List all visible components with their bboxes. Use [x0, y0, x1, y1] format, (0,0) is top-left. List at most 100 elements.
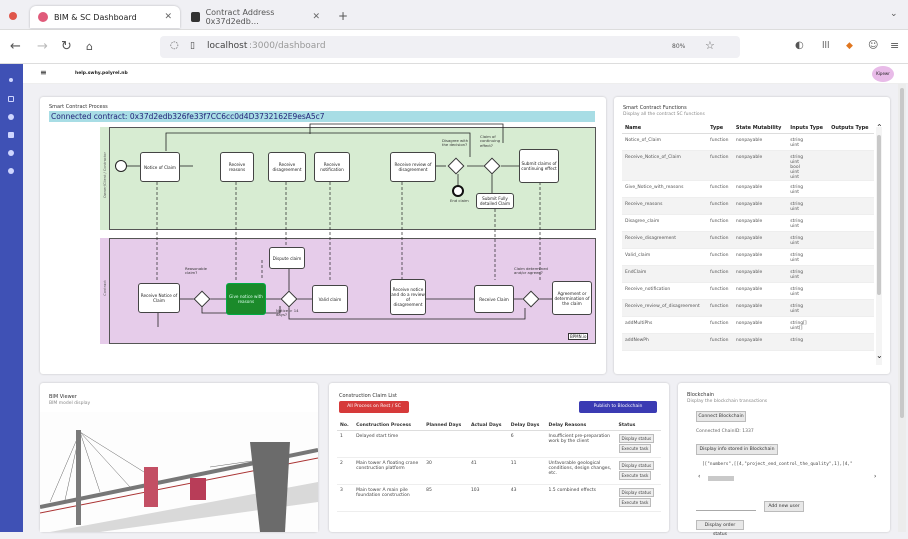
display-status-button[interactable]: Display status	[618, 434, 655, 443]
horizontal-scrollbar-thumb[interactable]	[708, 476, 734, 481]
table-row[interactable]: Receive_disagreement function nonpayable st…	[622, 231, 874, 249]
execute-task-button[interactable]: Execute task	[618, 471, 652, 480]
table-cell	[828, 197, 874, 215]
table-cell: Unfavorable geological conditions, desig…	[545, 457, 616, 485]
process-rest-button[interactable]: All Process on Rest / SC	[339, 401, 409, 413]
scrollbar-thumb[interactable]	[877, 135, 881, 295]
task-review-disagreement[interactable]: Receive review of disagreement	[390, 152, 436, 182]
nav-dashboard-icon[interactable]	[9, 78, 13, 82]
url-bar[interactable]: ◌ ▯ localhost :3000/dashboard 80% ☆	[160, 36, 740, 58]
task-receive-claim[interactable]: Receive Claim	[474, 285, 514, 313]
page-scrollbar-thumb[interactable]	[900, 88, 904, 418]
execute-task-button[interactable]: Execute task	[618, 444, 652, 453]
label-notice-14: Notice > 14 days?	[276, 308, 299, 318]
display-status-button[interactable]: Display status	[618, 488, 655, 497]
blockchain-info-text: [["numbers",[[4,"project_end_control_the…	[702, 462, 853, 467]
table-cell: 85	[423, 484, 468, 512]
tab-contract[interactable]: Contract Address 0x37d2edb… ✕	[183, 6, 328, 28]
table-cell: nonpayable	[732, 214, 788, 232]
bridge-model-image[interactable]	[40, 412, 318, 532]
table-cell: Valid_claim	[622, 248, 708, 266]
reload-icon[interactable]: ↻	[61, 39, 72, 54]
scroll-up-icon[interactable]: ⌃	[876, 123, 883, 132]
new-tab-icon[interactable]: +	[338, 9, 348, 23]
nav-bim-icon[interactable]	[8, 132, 14, 138]
page-scrollbar[interactable]	[898, 84, 906, 532]
table-row[interactable]: Receive_Notice_of_Claim function nonpayabl…	[622, 150, 874, 181]
zoom-level[interactable]: 80%	[672, 43, 685, 50]
task-agreement[interactable]: Agreement or determination of the claim	[552, 281, 592, 315]
table-cell: 2	[337, 457, 354, 485]
url-host: localhost	[207, 41, 248, 51]
table-row[interactable]: EndClaim function nonpayable string uint	[622, 265, 874, 283]
close-tab-icon[interactable]: ✕	[164, 12, 172, 22]
task-valid-claim[interactable]: Valid claim	[312, 285, 348, 313]
task-receive-notification[interactable]: Receive notification	[314, 152, 350, 182]
scroll-left-icon[interactable]: ‹	[698, 473, 700, 480]
functions-scrollbar[interactable]: ⌃ ⌄	[876, 123, 883, 365]
tab-dashboard[interactable]: BIM & SC Dashboard ✕	[30, 6, 180, 28]
task-give-notice-reasons[interactable]: Give notice with reasons	[226, 283, 266, 315]
table-cell	[467, 430, 508, 458]
table-row[interactable]: Receive_reasons function nonpayable string …	[622, 197, 874, 215]
table-cell	[828, 282, 874, 300]
table-cell	[828, 333, 874, 351]
display-info-button[interactable]: Display info stored in Blockchain	[696, 444, 778, 455]
functions-table-scroll[interactable]: Name Type State Mutability Inputs Type Outpu…	[622, 123, 874, 367]
pocket-icon[interactable]: ◐	[795, 40, 804, 51]
app-menu-icon[interactable]: ≡	[40, 68, 47, 77]
tab-list-chevron-icon[interactable]: ⌄	[890, 9, 898, 19]
table-cell: Insufficient pre-preparation work by the…	[545, 430, 616, 458]
task-receive-review[interactable]: Receive notice and do a review of disagr…	[390, 279, 426, 315]
add-new-user-button[interactable]: Add new user	[764, 501, 804, 512]
scroll-down-icon[interactable]: ⌄	[876, 351, 883, 360]
table-row[interactable]: addMultiPhs function nonpayable string[] ui…	[622, 316, 874, 334]
extension-fox-icon[interactable]: ◆	[846, 41, 853, 51]
nav-process-icon[interactable]	[8, 114, 14, 120]
forward-icon[interactable]: →	[37, 39, 48, 54]
task-submit-fully[interactable]: Submit Fully detailed Claim	[476, 193, 514, 209]
process-panel: Smart Contract Process Connected contrac…	[40, 97, 606, 374]
nav-contracts-icon[interactable]	[8, 96, 14, 102]
user-avatar[interactable]: Kipewr	[872, 66, 894, 82]
task-label: Receive notice and do a review of disagr…	[391, 287, 425, 307]
task-notice-of-claim[interactable]: Notice of Claim	[140, 152, 180, 182]
table-cell: function	[707, 316, 733, 334]
new-user-input[interactable]	[696, 501, 756, 511]
hamburger-menu-icon[interactable]: ≡	[890, 39, 899, 52]
browser-menu-icon[interactable]	[9, 12, 17, 20]
bim-subtitle: BIM model display	[49, 401, 91, 406]
account-icon[interactable]: ☺	[868, 40, 878, 51]
blockchain-info-box[interactable]: [["numbers",[[4,"project_end_control_the…	[696, 459, 882, 485]
nav-settings-icon[interactable]	[8, 168, 14, 174]
display-status-button[interactable]: Display status	[618, 461, 655, 470]
scroll-right-icon[interactable]: ›	[874, 473, 876, 480]
table-row[interactable]: Receive_review_of_disagreement function no…	[622, 299, 874, 317]
table-cell: 3	[337, 484, 354, 512]
table-row[interactable]: Receive_notification function nonpayable st…	[622, 282, 874, 300]
task-submit-continuing[interactable]: Submit claims of continuing effect	[519, 149, 559, 183]
nav-blockchain-icon[interactable]	[8, 150, 14, 156]
table-row[interactable]: Valid_claim function nonpayable string uint	[622, 248, 874, 266]
close-tab-icon[interactable]: ✕	[312, 12, 320, 22]
connect-blockchain-button[interactable]: Connect Blockchain	[696, 411, 746, 422]
table-row[interactable]: Disagree_claim function nonpayable string u…	[622, 214, 874, 232]
bookmark-star-icon[interactable]: ☆	[705, 39, 715, 52]
table-row[interactable]: Notice_of_Claim function nonpayable string …	[622, 133, 874, 151]
task-receive-disagreement[interactable]: Receive disagreement	[268, 152, 306, 182]
table-cell: nonpayable	[732, 299, 788, 317]
table-row[interactable]: addNewPh function nonpayable string	[622, 333, 874, 351]
execute-task-button[interactable]: Execute task	[618, 498, 652, 507]
home-icon[interactable]: ⌂	[86, 40, 93, 53]
task-receive-reasons[interactable]: Receive reasons	[220, 152, 254, 182]
task-receive-notice[interactable]: Receive Notice of Claim	[138, 283, 180, 313]
library-icon[interactable]: lll	[822, 41, 830, 51]
display-order-status-button[interactable]: Display order status	[696, 520, 744, 537]
table-row[interactable]: Give_Notice_with_reasons function nonpayab…	[622, 180, 874, 198]
claims-panel: Construction Claim List All Process on R…	[329, 383, 669, 532]
tab-favicon-icon	[191, 12, 200, 22]
task-dispute-claim[interactable]: Dispute claim	[269, 247, 305, 269]
table-cell: Receive_Notice_of_Claim	[622, 150, 708, 181]
publish-blockchain-button[interactable]: Publish to Blockchain	[579, 401, 657, 413]
back-icon[interactable]: ←	[10, 39, 21, 54]
